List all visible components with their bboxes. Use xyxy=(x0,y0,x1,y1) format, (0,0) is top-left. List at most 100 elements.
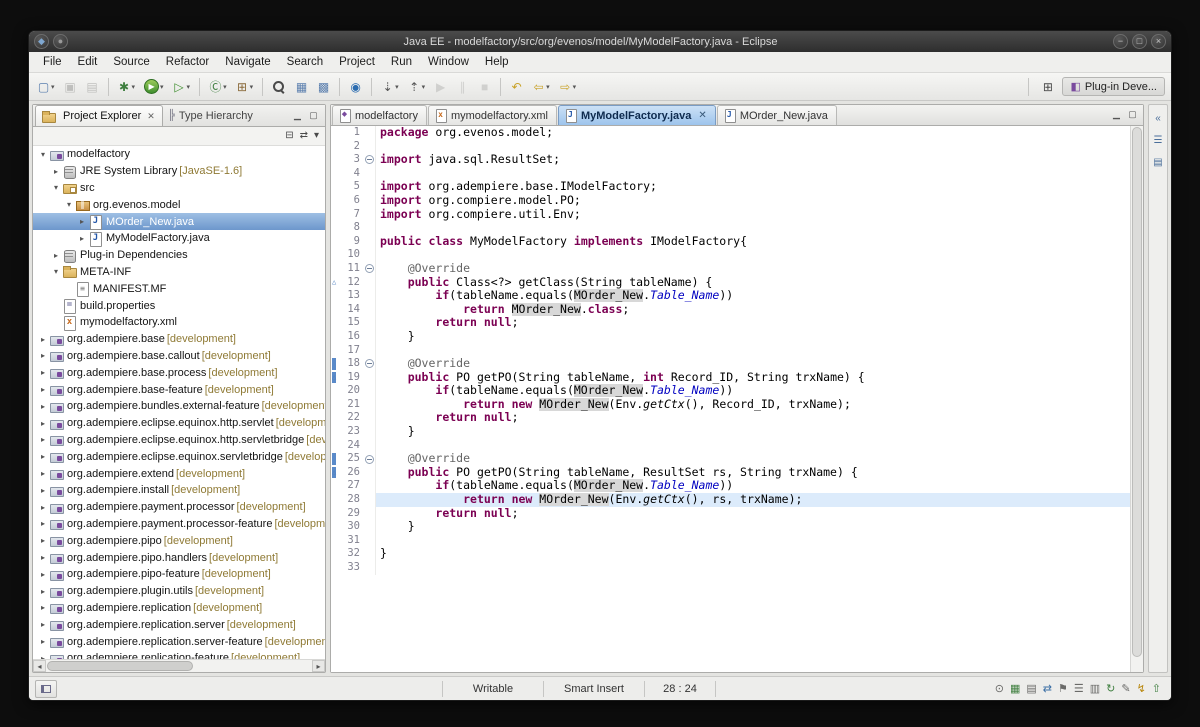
new-java-class-button[interactable]: Ⓒ▾ xyxy=(205,77,231,97)
tree-collapsed-arrow-icon[interactable]: ▸ xyxy=(37,435,49,444)
push-icon[interactable]: ⇧ xyxy=(1152,682,1161,696)
tree-item[interactable]: ▸org.adempiere.extend [development] xyxy=(33,465,325,482)
forward-button[interactable]: ⇨▾ xyxy=(555,77,581,97)
progress-icon[interactable]: ⇄ xyxy=(1043,682,1052,696)
caret-icon[interactable]: ↯ xyxy=(1137,682,1146,696)
tree-item[interactable]: ▸MyModelFactory.java xyxy=(33,230,325,247)
sync-icon[interactable]: ↻ xyxy=(1106,682,1115,696)
tree-item[interactable]: ▸org.adempiere.replication-feature [deve… xyxy=(33,650,325,659)
window-menu-button[interactable]: ◆ xyxy=(34,34,49,49)
tree-item[interactable]: ▸org.adempiere.pipo.handlers [developmen… xyxy=(33,549,325,566)
scroll-thumb[interactable] xyxy=(47,661,193,671)
tree-item[interactable]: ▾org.evenos.model xyxy=(33,196,325,213)
code-line[interactable]: 17 xyxy=(331,344,1130,358)
code-line[interactable]: 13 if(tableName.equals(MOrder_New.Table_… xyxy=(331,289,1130,303)
menu-file[interactable]: File xyxy=(35,54,70,70)
scroll-track[interactable] xyxy=(46,660,312,672)
menu-edit[interactable]: Edit xyxy=(70,54,106,70)
tree-item[interactable]: ▸org.adempiere.payment.processor [develo… xyxy=(33,499,325,516)
menu-help[interactable]: Help xyxy=(477,54,517,70)
tree-item[interactable]: ▸org.adempiere.eclipse.equinox.http.serv… xyxy=(33,415,325,432)
tree-item[interactable]: ▸org.adempiere.replication.server [devel… xyxy=(33,616,325,633)
tree-collapsed-arrow-icon[interactable]: ▸ xyxy=(37,503,49,512)
perspective-chip[interactable]: ◧ Plug-in Deve... xyxy=(1062,77,1165,96)
tree-collapsed-arrow-icon[interactable]: ▸ xyxy=(37,553,49,562)
code-line[interactable]: 33 xyxy=(331,561,1130,575)
editor-tab-mymodelfactory-xml[interactable]: mymodelfactory.xml xyxy=(428,105,557,125)
tree-collapsed-arrow-icon[interactable]: ▸ xyxy=(37,536,49,545)
sticky-button[interactable]: ● xyxy=(53,34,68,49)
close-tab-icon[interactable]: ✕ xyxy=(147,111,155,122)
code-line[interactable]: 15 return null; xyxy=(331,316,1130,330)
code-line[interactable]: 32} xyxy=(331,547,1130,561)
tree-expanded-arrow-icon[interactable]: ▾ xyxy=(50,183,62,192)
terminate-button[interactable]: ■ xyxy=(474,77,495,97)
outline-icon[interactable]: ☰ xyxy=(1074,682,1084,696)
tree-item[interactable]: ▸org.adempiere.replication [development] xyxy=(33,600,325,617)
code-line[interactable]: 23 } xyxy=(331,425,1130,439)
editor-scroll-thumb[interactable] xyxy=(1132,127,1142,657)
tree-item[interactable]: ▸org.adempiere.plugin.utils [development… xyxy=(33,583,325,600)
run-button[interactable]: ▶▾ xyxy=(140,76,168,97)
maximize-button[interactable]: □ xyxy=(1132,34,1147,49)
fold-collapse-icon[interactable] xyxy=(365,264,374,273)
grid-button[interactable]: ▩ xyxy=(313,77,334,97)
tree-item[interactable]: ▸org.adempiere.payment.processor-feature… xyxy=(33,516,325,533)
fold-collapse-icon[interactable] xyxy=(365,359,374,368)
tree-item[interactable]: ▸org.adempiere.eclipse.equinox.servletbr… xyxy=(33,448,325,465)
code-line[interactable]: 21 return new MOrder_New(Env.getCtx(), R… xyxy=(331,398,1130,412)
tree-item[interactable]: build.properties xyxy=(33,297,325,314)
tree-item[interactable]: ▾src xyxy=(33,180,325,197)
code-line[interactable]: △12 public Class<?> getClass(String tabl… xyxy=(331,276,1130,290)
new-wizard-button[interactable]: ▢▾ xyxy=(33,77,59,97)
tree-item[interactable]: ▸Plug-in Dependencies xyxy=(33,247,325,264)
code-editor[interactable]: 1package org.evenos.model;23import java.… xyxy=(331,126,1130,672)
code-line[interactable]: 16 } xyxy=(331,330,1130,344)
resume-button[interactable]: ▶ xyxy=(430,77,451,97)
tree-item[interactable]: ▸org.adempiere.base-feature [development… xyxy=(33,381,325,398)
code-line[interactable]: 14 return MOrder_New.class; xyxy=(331,303,1130,317)
last-edit-location-button[interactable]: ↶ xyxy=(506,77,527,97)
tree-collapsed-arrow-icon[interactable]: ▸ xyxy=(37,570,49,579)
outline-view-button[interactable]: ☰ xyxy=(1150,133,1166,149)
tree-item[interactable]: ▸JRE System Library [JavaSE-1.6] xyxy=(33,163,325,180)
tree-item[interactable]: ▸org.adempiere.pipo [development] xyxy=(33,532,325,549)
tree-collapsed-arrow-icon[interactable]: ▸ xyxy=(37,452,49,461)
editor-tab-mymodelfactory-java[interactable]: MyModelFactory.java✕ xyxy=(558,105,716,125)
tree-collapsed-arrow-icon[interactable]: ▸ xyxy=(76,217,88,226)
menu-project[interactable]: Project xyxy=(331,54,383,70)
external-tools-button[interactable]: ▷▾ xyxy=(169,77,195,97)
code-line[interactable]: 5import org.adempiere.base.IModelFactory… xyxy=(331,180,1130,194)
new-java-package-button[interactable]: ⊞▾ xyxy=(232,77,258,97)
minimize-view-button[interactable]: ▁ xyxy=(291,109,304,122)
tree-item[interactable]: ▸org.adempiere.install [development] xyxy=(33,482,325,499)
code-line[interactable]: △19 public PO getPO(String tableName, in… xyxy=(331,371,1130,385)
editor-tab-modelfactory[interactable]: modelfactory xyxy=(332,105,427,125)
pin-editor-icon[interactable]: ⊙ xyxy=(995,682,1004,696)
menu-navigate[interactable]: Navigate xyxy=(217,54,278,70)
code-line[interactable]: 7import org.compiere.util.Env; xyxy=(331,208,1130,222)
title-bar[interactable]: ◆● Java EE - modelfactory/src/org/evenos… xyxy=(29,31,1171,52)
restore-views-button[interactable]: « xyxy=(1150,111,1166,127)
tree-item[interactable]: ▸org.adempiere.pipo-feature [development… xyxy=(33,566,325,583)
scroll-left-button[interactable]: ◂ xyxy=(33,660,46,672)
tree-collapsed-arrow-icon[interactable]: ▸ xyxy=(37,637,49,646)
suspend-button[interactable]: ∥ xyxy=(452,77,473,97)
tree-expanded-arrow-icon[interactable]: ▾ xyxy=(63,200,75,209)
tree-collapsed-arrow-icon[interactable]: ▸ xyxy=(37,469,49,478)
code-line[interactable]: 29 return null; xyxy=(331,507,1130,521)
menu-run[interactable]: Run xyxy=(383,54,420,70)
close-tab-icon[interactable]: ✕ xyxy=(698,110,706,121)
tree-collapsed-arrow-icon[interactable]: ▸ xyxy=(37,402,49,411)
tree-collapsed-arrow-icon[interactable]: ▸ xyxy=(37,335,49,344)
code-line[interactable]: 24 xyxy=(331,439,1130,453)
table-button[interactable]: ▦ xyxy=(291,77,312,97)
tree-collapsed-arrow-icon[interactable]: ▸ xyxy=(37,519,49,528)
code-line[interactable]: 31 xyxy=(331,534,1130,548)
open-perspective-button[interactable]: ⊞ xyxy=(1037,77,1058,97)
code-line[interactable]: 25 @Override xyxy=(331,452,1130,466)
code-line[interactable]: 18 @Override xyxy=(331,357,1130,371)
tree-item[interactable]: MANIFEST.MF xyxy=(33,280,325,297)
problems-icon[interactable]: ▤ xyxy=(1026,682,1036,696)
minimize-button[interactable]: − xyxy=(1113,34,1128,49)
